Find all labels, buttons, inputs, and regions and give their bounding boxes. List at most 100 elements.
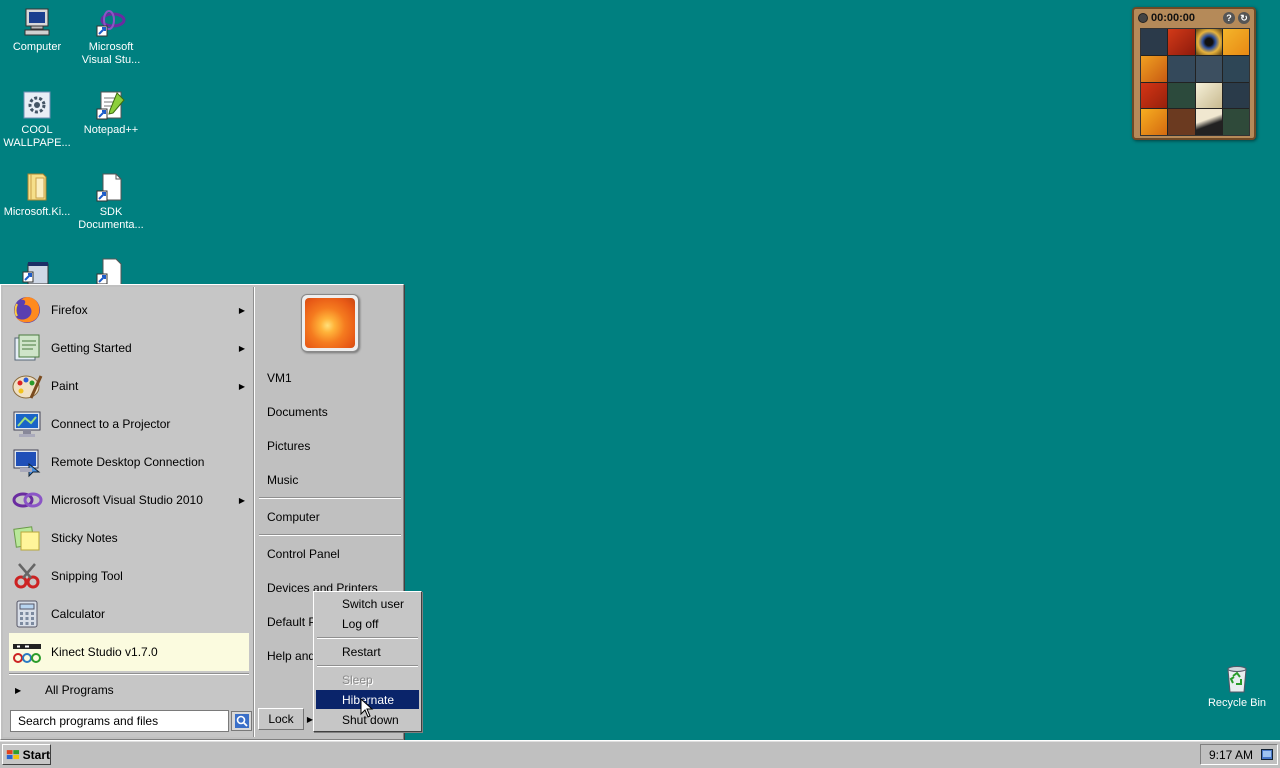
snipping-tool-icon [14,563,40,589]
program-label: Remote Desktop Connection [51,455,205,469]
submenu-arrow-icon: ▶ [238,495,246,505]
submenu-arrow-icon: ▶ [238,381,246,391]
divider [317,665,418,667]
desktop-icon-cool-wallpaper[interactable]: COOL WALLPAPE... [0,89,74,150]
menu-item-restart[interactable]: Restart [316,642,419,661]
menu-item-sleep: Sleep [342,672,373,687]
program-label: Snipping Tool [51,569,123,583]
puzzle-tile[interactable] [1141,82,1168,109]
all-programs-button[interactable]: ▶ All Programs [9,679,249,701]
puzzle-grid [1140,28,1250,136]
search-programs-input[interactable] [10,710,229,732]
firefox-icon [14,297,40,323]
programs-pane: Firefox ▶ Getting Started ▶ Paint ▶ Conn… [3,287,253,737]
program-snipping-tool[interactable]: Snipping Tool [9,557,249,595]
program-label: Calculator [51,607,106,621]
user-picture[interactable] [301,294,359,352]
puzzle-tile[interactable] [1195,29,1222,55]
desktop-icon-label: COOL WALLPAPE... [3,124,71,149]
divider [317,637,418,639]
program-firefox[interactable]: Firefox ▶ [9,291,249,329]
taskbar: Start 9:17 AM [0,740,1280,768]
projector-monitor-icon [13,411,41,437]
desktop-icon-label: Notepad++ [83,124,139,136]
show-desktop-icon[interactable] [1261,749,1273,760]
desktop-icon-notepadpp[interactable]: Notepad++ [74,89,148,137]
shuffle-icon[interactable]: ↻ [1238,12,1250,24]
puzzle-tile[interactable] [1195,109,1222,135]
menu-item-switch-user[interactable]: Switch user [316,594,419,613]
help-icon[interactable]: ? [1223,12,1235,24]
clock-icon [1138,13,1148,23]
desktop-icon-sdk-documentation[interactable]: SDK Documenta... [74,171,148,232]
link-music[interactable]: Music [263,468,401,492]
puzzle-tile[interactable] [1222,109,1249,135]
program-getting-started[interactable]: Getting Started ▶ [9,329,249,367]
link-user-folder[interactable]: VM1 [263,366,401,390]
desktop-icon-label: SDK Documenta... [78,206,144,231]
link-pictures[interactable]: Pictures [263,434,401,458]
pane-divider [253,287,255,737]
windows-logo-icon [6,749,20,759]
puzzle-tile[interactable] [1141,55,1168,82]
desktop-icon-microsoft-kinect[interactable]: Microsoft.Ki... [0,171,74,219]
picture-puzzle-gadget[interactable]: 00:00:00 ? ↻ [1132,7,1256,140]
gear-settings-icon [23,91,51,119]
program-label: Kinect Studio v1.7.0 [51,645,158,659]
program-connect-to-projector[interactable]: Connect to a Projector [9,405,249,443]
gadget-timer: 00:00:00 [1151,12,1196,24]
puzzle-tile[interactable] [1222,55,1249,82]
desktop-icon-label: Recycle Bin [1207,697,1267,709]
divider [259,497,401,499]
search-button[interactable] [231,711,252,731]
puzzle-tile[interactable] [1168,109,1195,135]
visual-studio-icon [12,492,43,508]
puzzle-tile[interactable] [1168,82,1195,109]
start-label: Start [22,747,50,762]
program-label: Microsoft Visual Studio 2010 [51,493,203,507]
puzzle-tile[interactable] [1141,109,1168,135]
link-documents[interactable]: Documents [263,400,401,424]
remote-desktop-icon [13,449,41,478]
taskbar-clock[interactable]: 9:17 AM [1209,748,1253,762]
program-kinect-studio[interactable]: Kinect Studio v1.7.0 [9,633,249,671]
system-tray: 9:17 AM [1200,744,1278,765]
recycle-bin-icon [1227,666,1247,693]
visual-studio-icon [96,10,126,37]
all-programs-label: All Programs [45,683,114,697]
puzzle-tile[interactable] [1222,29,1249,55]
program-label: Sticky Notes [51,531,118,545]
program-visual-studio-2010[interactable]: Microsoft Visual Studio 2010 ▶ [9,481,249,519]
submenu-arrow-icon: ▶ [238,305,246,315]
divider [9,673,249,675]
puzzle-tile[interactable] [1222,82,1249,109]
program-sticky-notes[interactable]: Sticky Notes [9,519,249,557]
desktop-icon-recycle-bin[interactable]: Recycle Bin [1200,662,1274,710]
kinect-studio-icon [13,644,41,663]
gadget-toolbar: 00:00:00 ? ↻ [1138,11,1250,25]
menu-item-log-off[interactable]: Log off [316,614,419,633]
program-remote-desktop[interactable]: Remote Desktop Connection [9,443,249,481]
puzzle-tile[interactable] [1195,82,1222,109]
puzzle-tile[interactable] [1195,55,1222,82]
link-control-panel[interactable]: Control Panel [263,542,401,566]
program-calculator[interactable]: Calculator [9,595,249,633]
desktop-icon-computer[interactable]: Computer [0,6,74,54]
submenu-arrow-icon: ▶ [15,685,22,695]
puzzle-tile[interactable] [1168,29,1195,55]
getting-started-icon [14,334,40,361]
puzzle-tile[interactable] [1141,29,1168,55]
sticky-notes-icon [13,526,40,551]
calculator-icon [16,600,38,628]
puzzle-tile[interactable] [1168,55,1195,82]
submenu-arrow-icon: ▶ [238,343,246,353]
document-shortcut-icon [96,173,122,202]
program-paint[interactable]: Paint ▶ [9,367,249,405]
start-button[interactable]: Start [2,744,51,765]
desktop-icon-visual-studio[interactable]: Microsoft Visual Stu... [74,6,148,67]
link-computer[interactable]: Computer [263,505,401,529]
desktop-icon-label: Computer [12,41,62,53]
program-label: Firefox [51,303,88,317]
lock-button[interactable]: Lock [258,708,304,730]
mouse-pointer-icon [360,698,374,718]
